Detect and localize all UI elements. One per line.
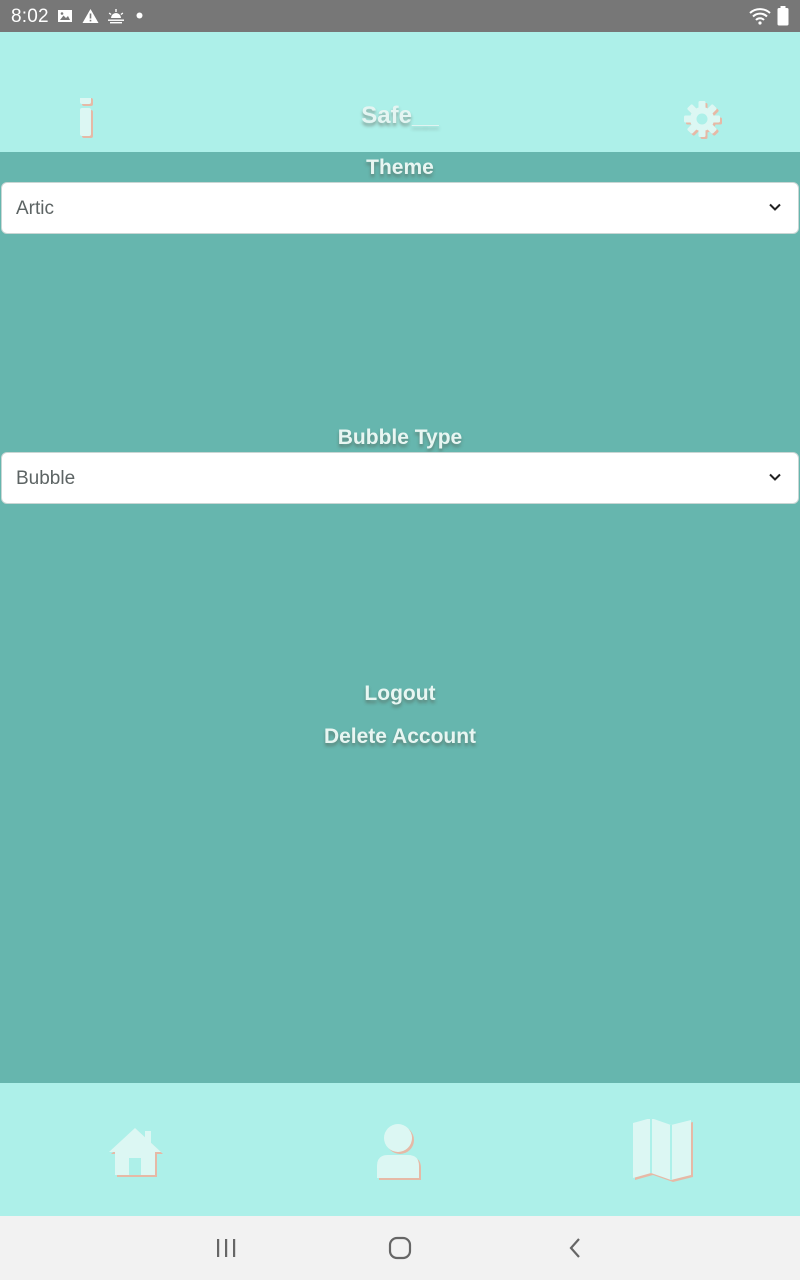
bubble-type-label: Bubble Type xyxy=(337,426,463,449)
tab-bar xyxy=(0,1083,800,1216)
settings-panel: Theme Artic Bubble Type Bubble Logout De… xyxy=(0,152,800,1083)
status-bar: 8:02 xyxy=(0,0,800,32)
bubble-type-select[interactable]: Bubble xyxy=(1,452,799,504)
bubble-type-select-value: Bubble xyxy=(16,468,76,489)
chevron-down-icon xyxy=(769,203,781,211)
theme-select[interactable]: Artic xyxy=(1,182,799,234)
dot-icon xyxy=(136,12,143,19)
tab-home[interactable] xyxy=(104,1125,166,1184)
app-bar: Safe__ xyxy=(0,32,800,152)
recents-icon[interactable] xyxy=(214,1236,238,1260)
weather-icon xyxy=(108,9,124,24)
back-icon[interactable] xyxy=(564,1236,588,1260)
logout-button[interactable]: Logout xyxy=(0,682,800,706)
battery-icon xyxy=(777,6,789,26)
gear-icon xyxy=(684,101,722,139)
wifi-icon xyxy=(749,8,771,25)
delete-account-button[interactable]: Delete Account xyxy=(0,725,800,749)
status-time: 8:02 xyxy=(11,6,49,27)
map-icon xyxy=(633,1118,693,1182)
system-nav-bar xyxy=(0,1216,800,1280)
tab-map[interactable] xyxy=(630,1118,696,1188)
app-title: Safe__ xyxy=(361,102,439,129)
theme-label: Theme xyxy=(366,156,434,179)
info-button[interactable] xyxy=(68,96,108,142)
info-icon xyxy=(80,96,93,138)
profile-icon xyxy=(377,1124,421,1180)
tab-profile[interactable] xyxy=(374,1123,424,1186)
theme-select-value: Artic xyxy=(16,198,54,219)
settings-button[interactable] xyxy=(682,98,724,140)
image-icon xyxy=(58,10,72,22)
chevron-down-icon xyxy=(769,473,781,481)
home-icon xyxy=(109,1128,163,1177)
home-circle-icon[interactable] xyxy=(388,1236,412,1260)
warning-icon xyxy=(82,9,99,23)
